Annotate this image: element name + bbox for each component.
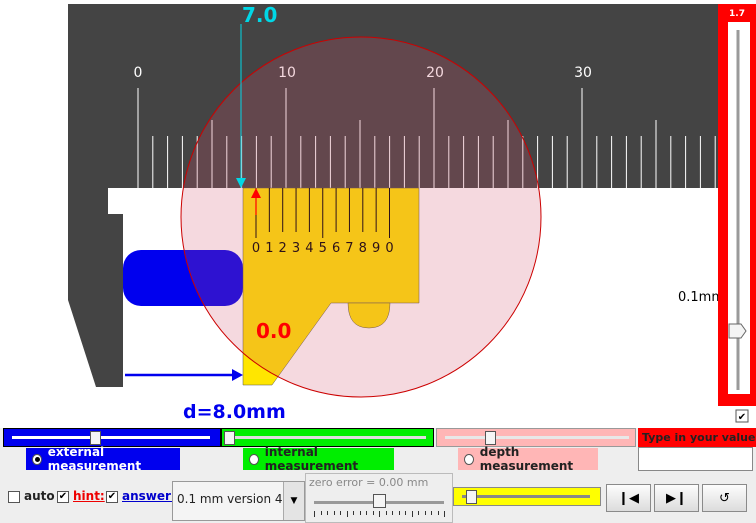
diameter-arrow-head [232,369,243,381]
zero-error-tick [372,511,374,515]
zero-error-tick [346,511,348,517]
chevron-down-icon[interactable]: ▼ [283,482,304,520]
version-select[interactable]: 0.1 mm version 4 ▼ [172,481,305,521]
mode-depth-label: depth measurement [479,445,574,473]
speed-slider-thumb[interactable] [466,490,477,504]
next-button[interactable]: ▶❙ [654,484,699,512]
zero-error-tick [398,511,400,515]
zero-error-tick [411,511,413,517]
hint-label: hint: [73,489,105,503]
zero-error-tick [379,511,380,517]
external-slider-track [12,436,210,439]
diameter-readout: d=8.0mm [183,401,286,423]
zero-error-tick [418,511,419,515]
zoom-check-mark: ✔ [738,412,746,423]
answer-input[interactable] [638,447,753,471]
zero-error-tick [405,511,406,515]
scale-label-30: 30 [574,65,592,81]
zero-error-tick [385,511,387,515]
speed-slider[interactable] [453,487,601,506]
zero-error-tick [340,511,341,515]
zero-error-tick [359,511,361,515]
answer-prompt: Type in your value ! [638,428,756,463]
mode-external[interactable]: external measurement [26,445,180,473]
mode-depth[interactable]: depth measurement [458,445,598,473]
radio-internal[interactable] [249,453,259,465]
hint-checkbox[interactable]: ✔ [57,491,69,503]
main-reading: 7.0 [242,3,277,27]
zero-error-tick [314,511,315,517]
unit-label: 0.1mm [678,290,724,305]
internal-slider-thumb[interactable] [224,431,235,445]
speed-slider-track [462,495,590,498]
radio-external[interactable] [32,453,42,465]
version-select-value: 0.1 mm version 4 [177,492,283,506]
depth-slider-track [445,436,629,439]
zero-error-tick [392,511,393,515]
zero-error-tick [431,511,432,515]
fixed-jaw [68,188,123,387]
zero-error-label: zero error = 0.00 mm [309,476,429,489]
magnifier-lens[interactable] [180,36,542,398]
radio-depth[interactable] [464,453,474,465]
mode-internal[interactable]: internal measurement [243,445,394,473]
step-forward-icon: ▶❙ [666,490,687,506]
mode-internal-label: internal measurement [264,445,359,473]
prev-button[interactable]: ❙◀ [606,484,651,512]
zero-error-thumb[interactable] [373,494,386,508]
answer-label: answer: [122,489,176,503]
zero-error-tick [444,511,445,517]
zero-error-tick [327,511,328,515]
zero-error-tick [366,511,367,515]
vernier-reading: 0.0 [256,319,291,343]
scale-label-0: 0 [134,65,143,81]
auto-checkbox[interactable] [8,491,20,503]
caliper-canvas[interactable]: 0 10 20 30 01234567890 7.0 0.0 d=8.0mm 0… [0,0,756,428]
zero-error-panel: zero error = 0.00 mm [305,473,453,523]
zero-error-ticks [314,511,445,517]
zoom-top-value: 1.7 [729,9,745,19]
step-back-icon: ❙◀ [618,490,639,506]
reset-icon: ↺ [719,490,730,506]
auto-label: auto [24,489,55,503]
zero-error-tick [437,511,439,515]
depth-slider-thumb[interactable] [485,431,496,445]
mode-external-label: external measurement [47,445,142,473]
answer-checkbox[interactable]: ✔ [106,491,118,503]
zero-error-tick [333,511,335,515]
internal-slider-track [230,436,426,439]
zero-error-tick [320,511,322,515]
caliper-drawing[interactable]: 0 10 20 30 01234567890 7.0 0.0 d=8.0mm 0… [0,0,756,428]
zero-error-tick [424,511,426,515]
reset-button[interactable]: ↺ [702,484,747,512]
external-slider-thumb[interactable] [90,431,101,445]
zero-error-tick [353,511,354,515]
